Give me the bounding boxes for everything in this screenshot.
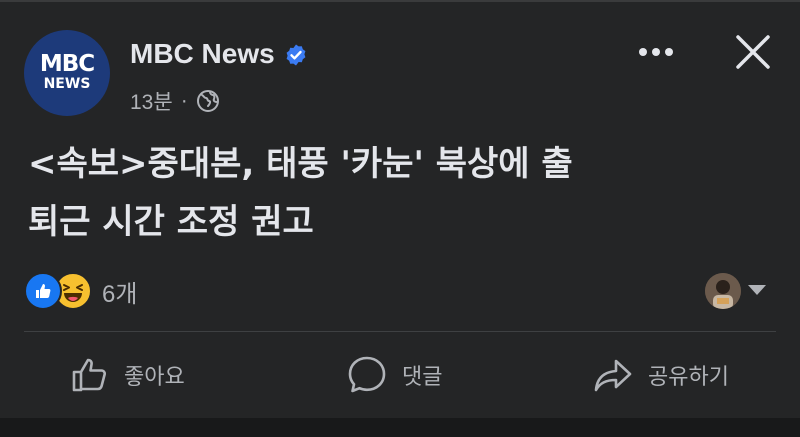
top-divider [0,0,800,2]
audience-dropdown-caret-icon[interactable] [748,285,766,295]
post-author[interactable]: MBC News [130,38,308,70]
post-timestamp[interactable]: 13분 [130,86,173,116]
like-label: 좋아요 [124,365,185,390]
bottom-band [0,418,800,437]
share-arrow-icon [592,354,634,396]
author-name[interactable]: MBC News [130,38,275,70]
close-icon[interactable] [734,33,772,71]
share-button[interactable]: 공유하기 [592,352,729,398]
avatar-text-line1: MBC [39,51,95,77]
like-reaction-icon [24,272,62,310]
avatar[interactable]: MBC NEWS [24,30,110,116]
thumbs-up-icon [70,355,110,395]
share-label: 공유하기 [648,365,729,390]
comment-button[interactable]: 댓글 [346,352,442,398]
avatar-text-line2: NEWS [43,76,91,92]
reaction-count[interactable]: 6개 [102,274,137,309]
post-meta: 13분 · [130,86,220,116]
action-divider [24,331,776,332]
viewer-avatar[interactable] [705,273,741,309]
like-button[interactable]: 좋아요 [70,352,185,398]
more-dots-icon[interactable] [639,46,679,58]
comment-bubble-icon [346,354,388,396]
comment-label: 댓글 [402,365,443,390]
reaction-summary[interactable]: 6개 [24,272,137,310]
post-text: <속보>중대본, 태풍 '카눈' 북상에 출 퇴근 시간 조정 권고 [28,144,573,242]
meta-separator: · [180,89,188,112]
verified-badge-icon [284,42,308,66]
globe-icon[interactable] [196,89,220,113]
